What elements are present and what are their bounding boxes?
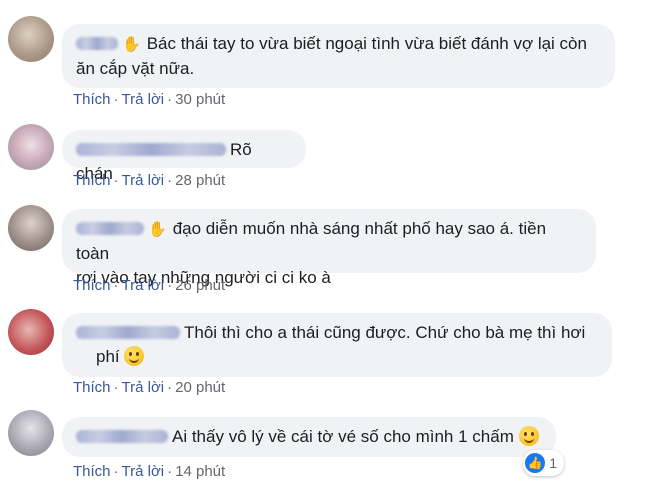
commenter-name[interactable] bbox=[76, 326, 180, 340]
reply-link[interactable]: Trả lời bbox=[122, 379, 165, 396]
comment-text: phí bbox=[96, 347, 120, 366]
like-link[interactable]: Thích bbox=[73, 172, 111, 189]
reply-link[interactable]: Trả lời bbox=[122, 172, 165, 189]
reply-link[interactable]: Trả lời bbox=[122, 91, 165, 108]
separator: · bbox=[167, 463, 173, 480]
comment-actions: Thích · Trả lời · 20 phút bbox=[73, 379, 225, 396]
timestamp[interactable]: 14 phút bbox=[175, 463, 225, 480]
commenter-name[interactable] bbox=[76, 222, 144, 236]
comment-bubble: Rõ chán bbox=[62, 130, 306, 183]
separator: · bbox=[167, 277, 173, 294]
timestamp[interactable]: 20 phút bbox=[175, 379, 225, 396]
comment-bubble: Thôi thì cho a thái cũng được. Chứ cho b… bbox=[62, 313, 612, 377]
comment-text: Thôi thì cho a thái cũng được. Chứ cho b… bbox=[184, 323, 586, 342]
like-link[interactable]: Thích bbox=[73, 91, 111, 108]
waving-hand-icon: ✋ bbox=[122, 36, 141, 53]
comment-actions: Thích · Trả lời · 14 phút bbox=[73, 463, 225, 480]
separator: · bbox=[113, 277, 119, 294]
comment-text: ăn cắp vặt nữa. bbox=[76, 59, 195, 78]
reaction-number: 1 bbox=[549, 455, 557, 471]
reply-link[interactable]: Trả lời bbox=[122, 277, 165, 294]
like-link[interactable]: Thích bbox=[73, 463, 111, 480]
timestamp[interactable]: 28 phút bbox=[175, 172, 225, 189]
comment-actions: Thích · Trả lời · 30 phút bbox=[73, 91, 225, 108]
commenter-name[interactable] bbox=[76, 430, 168, 444]
avatar[interactable] bbox=[8, 16, 54, 62]
comment-text: Ai thấy vô lý về cái tờ vé số cho mình 1… bbox=[172, 427, 514, 446]
like-link[interactable]: Thích bbox=[73, 277, 111, 294]
comment-actions: Thích · Trả lời · 26 phút bbox=[73, 277, 225, 294]
like-link[interactable]: Thích bbox=[73, 379, 111, 396]
commenter-name[interactable] bbox=[76, 143, 226, 157]
waving-hand-icon: ✋ bbox=[148, 221, 167, 238]
separator: · bbox=[167, 379, 173, 396]
comment-bubble: ✋ Bác thái tay to vừa biết ngoại tình vừa… bbox=[62, 24, 615, 88]
thumbs-up-icon: 👍 bbox=[525, 453, 546, 473]
comment-text: đạo diễn muốn nhà sáng nhất phố hay sao … bbox=[76, 219, 547, 263]
comment-text: Bác thái tay to vừa biết ngoại tình vừa … bbox=[146, 34, 587, 53]
timestamp[interactable]: 26 phút bbox=[175, 277, 225, 294]
separator: · bbox=[167, 172, 173, 189]
avatar[interactable] bbox=[8, 205, 54, 251]
avatar[interactable] bbox=[8, 309, 54, 355]
comment-bubble: ✋ đạo diễn muốn nhà sáng nhất phố hay sao… bbox=[62, 209, 596, 287]
comment-bubble: Ai thấy vô lý về cái tờ vé số cho mình 1… bbox=[62, 417, 556, 457]
reply-link[interactable]: Trả lời bbox=[122, 463, 165, 480]
separator: · bbox=[113, 379, 119, 396]
separator: · bbox=[167, 91, 173, 108]
separator: · bbox=[113, 172, 119, 189]
comment-actions: Thích · Trả lời · 28 phút bbox=[73, 172, 225, 189]
commenter-name[interactable] bbox=[76, 37, 118, 51]
reaction-count[interactable]: 👍 1 bbox=[523, 450, 564, 476]
avatar[interactable] bbox=[8, 124, 54, 170]
separator: · bbox=[113, 91, 119, 108]
laughing-emoji-icon bbox=[124, 346, 145, 366]
smiling-emoji-icon bbox=[518, 426, 539, 446]
timestamp[interactable]: 30 phút bbox=[175, 91, 225, 108]
separator: · bbox=[113, 463, 119, 480]
avatar[interactable] bbox=[8, 410, 54, 456]
